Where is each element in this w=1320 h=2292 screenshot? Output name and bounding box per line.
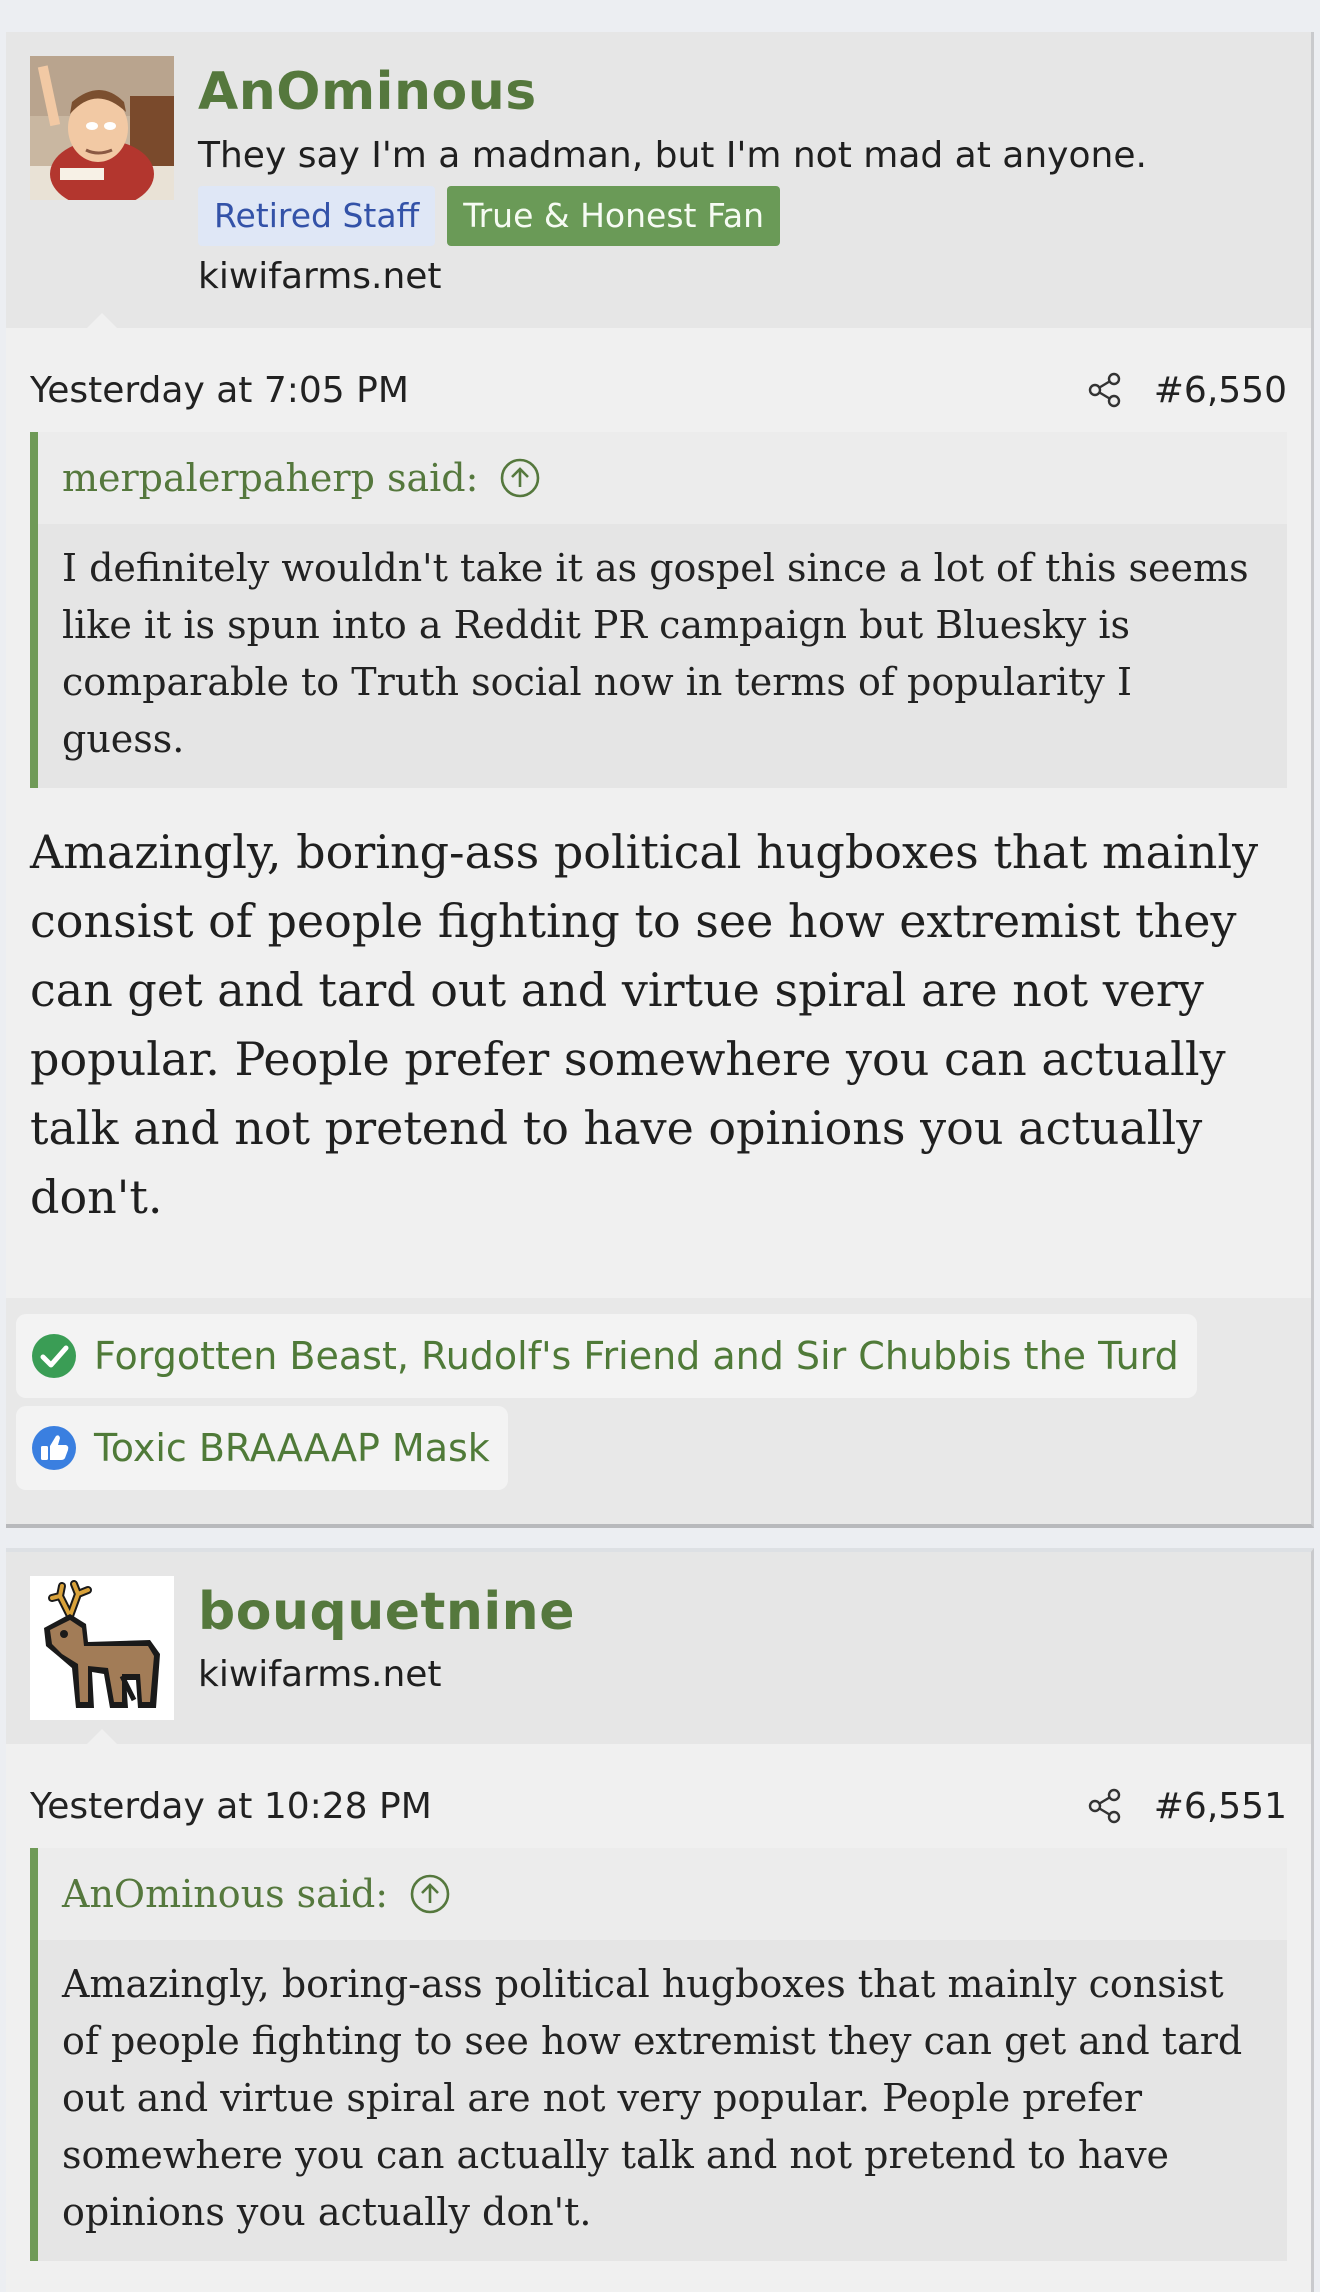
post-meta: Yesterday at 7:05 PM #6,550 <box>6 328 1311 432</box>
reaction-users: Toxic BRAAAAP Mask <box>94 1426 490 1470</box>
post: AnOminous They say I'm a madman, but I'm… <box>6 32 1314 1528</box>
thumbs-up-icon <box>30 1424 78 1472</box>
post-meta-actions: #6,550 <box>1086 370 1287 411</box>
user-title: They say I'm a madman, but I'm not mad a… <box>198 135 1147 176</box>
reaction-users: Forgotten Beast, Rudolf's Friend and Sir… <box>94 1334 1179 1378</box>
quote-body: Amazingly, boring-ass political hugboxes… <box>62 1962 1243 2234</box>
user-banners: Retired Staff True & Honest Fan <box>198 186 1147 246</box>
banner-true-honest-fan: True & Honest Fan <box>447 186 781 246</box>
quote-block: AnOminous said: Amazingly, boring-ass po… <box>30 1848 1287 2261</box>
post-timestamp[interactable]: Yesterday at 7:05 PM <box>30 370 409 411</box>
quote-author[interactable]: merpalerpaherp said: <box>62 454 478 502</box>
username[interactable]: AnOminous <box>198 60 1147 124</box>
user-domain: kiwifarms.net <box>198 256 442 297</box>
user-info: AnOminous They say I'm a madman, but I'm… <box>198 56 1147 302</box>
post-meta-actions: #6,551 <box>1086 1786 1287 1827</box>
post-meta: Yesterday at 10:28 PM #6,551 <box>6 1744 1311 1848</box>
user-info: bouquetnine kiwifarms.net <box>198 1576 575 1700</box>
avatar-image <box>30 56 174 200</box>
post-message: Wait, are you not describing Kiwifarms? <box>6 2261 1311 2292</box>
checkmark-icon <box>30 1332 78 1380</box>
user-domain: kiwifarms.net <box>198 1654 442 1695</box>
quote-header: merpalerpaherp said: <box>38 432 1287 524</box>
reactions-bar: Forgotten Beast, Rudolf's Friend and Sir… <box>6 1298 1311 1524</box>
post-number[interactable]: #6,551 <box>1154 1786 1287 1827</box>
share-icon[interactable] <box>1086 371 1124 409</box>
arrow-up-circle-icon[interactable] <box>498 456 542 500</box>
user-block: bouquetnine kiwifarms.net <box>6 1552 1311 1745</box>
post-timestamp[interactable]: Yesterday at 10:28 PM <box>30 1786 432 1827</box>
user-block: AnOminous They say I'm a madman, but I'm… <box>6 32 1311 329</box>
reaction-summary-agree[interactable]: Forgotten Beast, Rudolf's Friend and Sir… <box>16 1314 1197 1398</box>
quote-header: AnOminous said: <box>38 1848 1287 1940</box>
banner-retired-staff: Retired Staff <box>198 186 436 246</box>
post-number[interactable]: #6,550 <box>1154 370 1287 411</box>
username[interactable]: bouquetnine <box>198 1580 575 1644</box>
reaction-summary-like[interactable]: Toxic BRAAAAP Mask <box>16 1406 508 1490</box>
quote-author[interactable]: AnOminous said: <box>62 1870 388 1918</box>
avatar[interactable] <box>30 56 174 200</box>
quote-body: I definitely wouldn't take it as gospel … <box>62 546 1249 761</box>
arrow-up-circle-icon[interactable] <box>408 1872 452 1916</box>
post: bouquetnine kiwifarms.net Yesterday at 1… <box>6 1548 1314 2292</box>
quote-block: merpalerpaherp said: I definitely wouldn… <box>30 432 1287 788</box>
deer-icon <box>30 1576 174 1720</box>
post-message: Amazingly, boring-ass political hugboxes… <box>30 825 1259 1224</box>
thread: AnOminous They say I'm a madman, but I'm… <box>6 32 1314 2292</box>
share-icon[interactable] <box>1086 1787 1124 1825</box>
avatar[interactable] <box>30 1576 174 1720</box>
